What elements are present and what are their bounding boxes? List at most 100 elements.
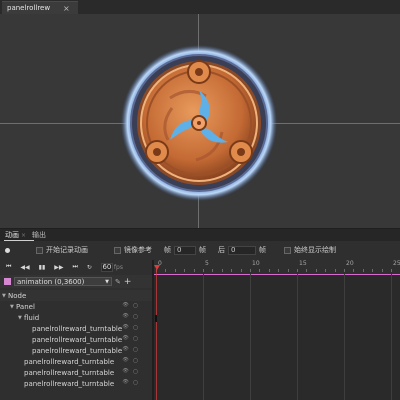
ruler-label: 15: [299, 260, 307, 267]
eye-icon[interactable]: 👁: [122, 346, 128, 353]
edit-icon[interactable]: ✎: [115, 278, 121, 286]
tab-animation-label: 动画: [5, 231, 19, 239]
scene-tab[interactable]: panelrollrew ×: [2, 1, 78, 14]
ruler-tick: [297, 269, 298, 272]
keyframe[interactable]: [155, 315, 157, 322]
eye-icon[interactable]: 👁: [122, 357, 128, 364]
skip-to-end-icon[interactable]: ⏭: [72, 263, 77, 271]
turntable-wheel[interactable]: [0, 14, 400, 228]
tree-row-label: Node: [8, 291, 27, 300]
row-actions: 👁 ○: [122, 379, 138, 386]
show-always-checkbox[interactable]: [284, 246, 291, 254]
lock-icon[interactable]: ○: [133, 346, 138, 353]
tree-row[interactable]: panelrollreward_turntable 👁 ○: [0, 378, 152, 389]
skip-to-start-icon[interactable]: ⏮: [6, 263, 11, 271]
lock-icon[interactable]: ○: [133, 313, 138, 320]
tree-row-label: panelrollreward_turntable: [32, 324, 123, 333]
ruler-tick: [250, 269, 251, 272]
ruler-tick: [268, 269, 270, 272]
tree-row[interactable]: panelrollreward_turntable 👁 ○: [0, 345, 152, 356]
ruler-tick: [174, 269, 176, 272]
ruler-tick: [353, 269, 355, 272]
lock-icon[interactable]: ○: [133, 368, 138, 375]
prev-frame-icon[interactable]: ◀◀: [20, 264, 29, 271]
ruler-tick: [240, 269, 242, 272]
clip-color-swatch: [4, 278, 11, 285]
tab-output[interactable]: 输出: [32, 230, 46, 240]
fps-input[interactable]: 60: [100, 262, 113, 272]
eye-icon[interactable]: 👁: [122, 379, 128, 386]
ruler-tick: [278, 269, 280, 272]
eye-icon[interactable]: 👁: [122, 368, 128, 375]
tree-row-label: fluid: [24, 313, 40, 322]
editor-tabbar: panelrollrew ×: [0, 0, 400, 14]
ruler-tick: [315, 269, 317, 272]
ruler-gridline: [391, 274, 392, 400]
ruler-label: 25: [393, 260, 400, 267]
ruler-tick: [344, 269, 345, 272]
ruler-tick: [259, 269, 261, 272]
tree-row[interactable]: panelrollreward_turntable 👁 ○: [0, 323, 152, 334]
loop-icon[interactable]: ↻: [87, 264, 92, 271]
row-actions: 👁 ○: [122, 313, 138, 320]
row-actions: 👁 ○: [122, 368, 138, 375]
eye-icon[interactable]: 👁: [122, 302, 128, 309]
node-tree: ▼ Node ▼ Panel 👁 ○ ▼ fluid 👁 ○ panelrollreward_tur…: [0, 290, 152, 400]
ruler-tick: [193, 269, 195, 272]
mirror-checkbox[interactable]: [114, 246, 121, 254]
timeline-ruler[interactable]: 0 5 10 15 20 25: [154, 260, 400, 274]
ruler-gridline: [250, 274, 251, 400]
after-frame-input[interactable]: 0: [228, 245, 256, 255]
ruler-tick: [203, 269, 204, 272]
close-icon[interactable]: ×: [21, 232, 26, 239]
ruler-label: 10: [252, 260, 260, 267]
chevron-down-icon: ▼: [105, 278, 109, 285]
tree-row[interactable]: panelrollreward_turntable 👁 ○: [0, 367, 152, 378]
start-label: 帧: [164, 246, 171, 254]
row-actions: 👁 ○: [122, 335, 138, 342]
scene-viewport[interactable]: [0, 14, 400, 228]
lock-icon[interactable]: ○: [133, 324, 138, 331]
record-checkbox[interactable]: [36, 246, 43, 254]
record-indicator-icon: [5, 247, 10, 253]
tree-row[interactable]: ▼ Panel 👁 ○: [0, 301, 152, 312]
ruler-gridline: [203, 274, 204, 400]
lock-icon[interactable]: ○: [133, 379, 138, 386]
record-row: 开始记录动画 镜像参考 帧 0 帧 后 0 帧 始终显示绘制: [0, 242, 400, 258]
ruler-gridline: [297, 274, 298, 400]
tree-row[interactable]: panelrollreward_turntable 👁 ○: [0, 334, 152, 345]
playback-toolbar: ⏮ ◀◀ ▮▮ ▶▶ ⏭ ↻ 60 fps: [0, 260, 152, 274]
tree-row[interactable]: panelrollreward_turntable 👁 ○: [0, 356, 152, 367]
tab-animation[interactable]: 动画 ×: [5, 230, 26, 240]
tree-row[interactable]: ▼ Node: [0, 290, 152, 301]
next-frame-icon[interactable]: ▶▶: [54, 264, 63, 271]
playhead-line: [156, 270, 157, 400]
tree-row-label: panelrollreward_turntable: [24, 357, 115, 366]
ruler-gridline: [344, 274, 345, 400]
eye-icon[interactable]: 👁: [122, 313, 128, 320]
ruler-tick: [391, 269, 392, 272]
ruler-tick: [306, 269, 308, 272]
row-actions: 👁 ○: [122, 302, 138, 309]
playhead-marker[interactable]: [154, 265, 160, 270]
eye-icon[interactable]: 👁: [122, 335, 128, 342]
clip-select[interactable]: animation (0,3600) ▼: [14, 277, 112, 286]
animation-panel: 动画 × 输出 开始记录动画 镜像参考 帧 0 帧 后 0 帧 始终显示绘制 ⏮…: [0, 228, 400, 400]
tab-output-label: 输出: [32, 231, 47, 239]
ruler-tick: [362, 269, 364, 272]
clip-row: animation (0,3600) ▼ ✎ +: [0, 275, 152, 288]
play-icon[interactable]: ▮▮: [39, 264, 46, 271]
ruler-label: 20: [346, 260, 354, 267]
ruler-tick: [231, 269, 233, 272]
lock-icon[interactable]: ○: [133, 302, 138, 309]
lock-icon[interactable]: ○: [133, 357, 138, 364]
lock-icon[interactable]: ○: [133, 335, 138, 342]
tree-row[interactable]: ▼ fluid 👁 ○: [0, 312, 152, 323]
add-icon[interactable]: +: [124, 277, 132, 287]
scene-tab-label: panelrollrew: [7, 4, 51, 12]
start-frame-input[interactable]: 0: [174, 245, 196, 255]
eye-icon[interactable]: 👁: [122, 324, 128, 331]
timeline[interactable]: 0 5 10 15 20 25: [154, 260, 400, 400]
keyframe-track-line: [154, 274, 400, 275]
close-icon[interactable]: ×: [63, 4, 70, 13]
